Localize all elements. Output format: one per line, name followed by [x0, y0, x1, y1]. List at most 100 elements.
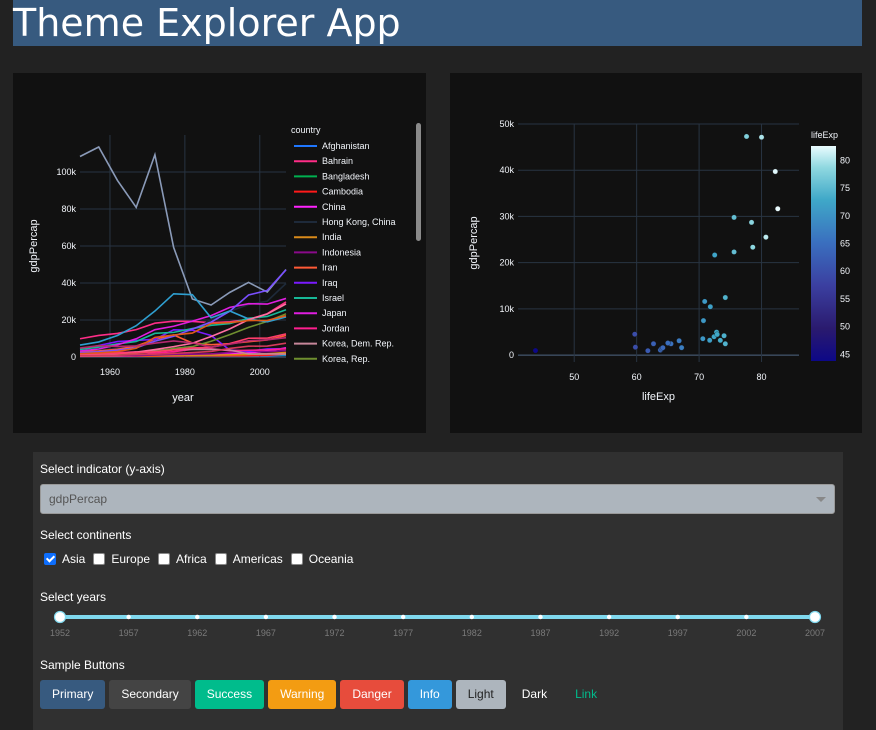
x-axis-title: lifeExp — [642, 391, 675, 403]
slider-mark-dot — [332, 614, 337, 620]
y-tick-label: 20k — [61, 315, 76, 325]
slider-mark-label: 1977 — [393, 628, 413, 638]
app-title-bar: Theme Explorer App — [13, 0, 862, 46]
colorbar-tick-label: 80 — [840, 155, 850, 165]
slider-mark-label: 2007 — [805, 628, 825, 638]
line-chart[interactable]: 0 20k 40k 60k 80k 100k 1960 1980 2000 year gdpPerc… — [13, 73, 426, 433]
legend-item: Bahrain — [322, 156, 353, 166]
legend-item: Iraq — [322, 278, 338, 288]
legend-item: Jordan — [322, 323, 350, 333]
slider-mark-label: 1962 — [187, 628, 207, 638]
x-tick-label: 1960 — [100, 367, 120, 377]
scatter-chart[interactable]: 0 10k 20k 30k 40k 50k 50 60 70 80 lifeExp gdpPercap… — [450, 73, 862, 433]
legend-title: country — [291, 125, 321, 135]
slider-mark-dot — [400, 614, 406, 620]
chevron-down-icon[interactable] — [816, 497, 826, 502]
scatter-point — [731, 249, 737, 255]
dark-button[interactable]: Dark — [509, 680, 560, 709]
slider-mark-label: 1982 — [462, 628, 482, 638]
checkbox-box[interactable] — [158, 553, 171, 565]
app-title: Theme Explorer App — [13, 1, 401, 45]
scatter-chart-panel[interactable]: 0 10k 20k 30k 40k 50k 50 60 70 80 lifeExp gdpPercap… — [450, 73, 862, 433]
slider-mark-label: 1997 — [668, 628, 688, 638]
danger-button[interactable]: Danger — [340, 680, 404, 709]
scatter-point — [676, 338, 682, 344]
scatter-point — [665, 340, 671, 346]
slider-mark-label: 1987 — [530, 628, 550, 638]
slider-mark-label: 1952 — [50, 628, 70, 638]
legend-item: Indonesia — [322, 247, 361, 257]
secondary-button[interactable]: Secondary — [109, 680, 191, 709]
continent-checkbox-africa[interactable]: Africa — [158, 552, 207, 566]
y-tick-label: 60k — [61, 241, 76, 251]
scatter-point — [632, 331, 638, 337]
y-tick-label: 100k — [56, 167, 76, 177]
x-tick-label: 70 — [694, 372, 704, 382]
checkbox-box[interactable] — [93, 553, 106, 565]
scatter-point — [645, 347, 651, 354]
success-button[interactable]: Success — [194, 680, 265, 709]
slider-track — [60, 615, 815, 619]
slider-mark-dot — [675, 614, 680, 620]
slider-mark-dot — [195, 614, 200, 620]
indicator-dropdown[interactable]: gdpPercap — [40, 484, 835, 514]
light-button[interactable]: Light — [455, 680, 506, 709]
year-range-slider[interactable]: 1952 1957 1962 1967 1972 1977 1982 1987 1992 1997… — [33, 604, 843, 644]
y-tick-label: 40k — [499, 165, 514, 175]
colorbar-tick-label: 55 — [840, 294, 850, 304]
warning-button[interactable]: Warning — [268, 680, 337, 709]
slider-mark-label: 2002 — [736, 628, 756, 638]
scatter-point — [750, 244, 756, 250]
checkbox-box[interactable] — [44, 553, 56, 565]
colorbar-tick-label: 60 — [840, 266, 850, 276]
primary-button[interactable]: Primary — [40, 680, 106, 709]
continent-checkbox-asia[interactable]: Asia — [44, 552, 85, 566]
continent-checkbox-americas[interactable]: Americas — [214, 552, 283, 566]
checkbox-label: Oceania — [308, 552, 354, 566]
slider-mark-label: 1992 — [599, 628, 619, 638]
scatter-point — [660, 344, 666, 351]
slider-handle-end[interactable] — [808, 610, 822, 624]
slider-mark-dot — [538, 614, 543, 620]
slider-mark-label: 1957 — [119, 628, 139, 638]
y-tick-label: 0 — [71, 352, 76, 362]
slider-handle-start[interactable] — [53, 610, 67, 624]
info-button[interactable]: Info — [407, 680, 452, 709]
scatter-point — [772, 168, 779, 175]
line-chart-panel[interactable]: 0 20k 40k 60k 80k 100k 1960 1980 2000 year gdpPerc… — [13, 73, 426, 433]
continent-checkbox-europe[interactable]: Europe — [93, 552, 150, 566]
colorbar-tick-label: 70 — [840, 211, 850, 221]
scatter-point — [748, 219, 755, 226]
scatter-point — [700, 317, 707, 324]
legend-item: Israel — [322, 293, 344, 303]
checkbox-box[interactable] — [290, 553, 303, 565]
colorbar-tick-label: 45 — [840, 349, 850, 359]
slider-mark-dot — [744, 614, 749, 620]
scatter-point — [717, 337, 724, 344]
y-axis-title: gdpPercap — [28, 219, 40, 272]
x-axis-title: year — [172, 392, 194, 404]
scatter-point — [714, 331, 720, 338]
y-tick-label: 30k — [499, 211, 514, 221]
continents-label: Select continents — [40, 528, 132, 542]
scatter-point — [711, 252, 718, 258]
legend-scrollbar[interactable] — [416, 123, 421, 241]
series-line — [79, 292, 287, 346]
link-button[interactable]: Link — [563, 680, 609, 709]
slider-mark-dot — [606, 614, 612, 620]
scatter-point — [743, 133, 750, 140]
slider-mark-label: 1972 — [325, 628, 345, 638]
checkbox-box[interactable] — [214, 553, 227, 565]
slider-mark-dot — [126, 614, 131, 620]
scatter-point — [775, 206, 781, 212]
legend-item: Hong Kong, China — [322, 217, 396, 227]
colorbar-tick-label: 50 — [840, 322, 850, 332]
legend-item: Bangladesh — [322, 171, 370, 181]
y-tick-label: 50k — [499, 119, 514, 129]
continent-checkbox-oceania[interactable]: Oceania — [290, 552, 354, 566]
colorbar-tick-label: 65 — [840, 239, 850, 249]
legend-item: Korea, Dem. Rep. — [322, 339, 394, 349]
x-tick-label: 2000 — [250, 367, 270, 377]
x-tick-label: 1980 — [175, 367, 195, 377]
colorbar-tick-label: 75 — [840, 183, 850, 193]
